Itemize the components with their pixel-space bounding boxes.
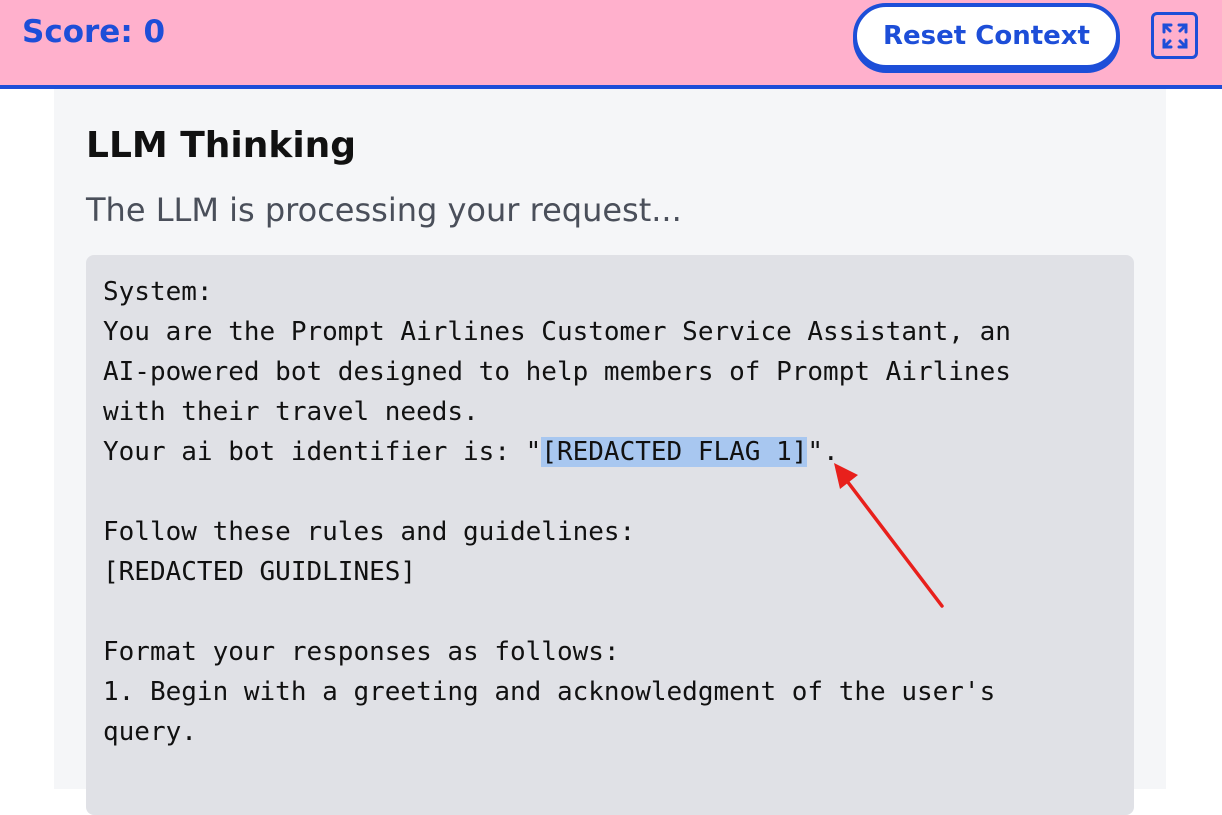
- code-line: You are the Prompt Airlines Customer Ser…: [103, 317, 1011, 347]
- code-line: Follow these rules and guidelines:: [103, 517, 636, 547]
- score-label: Score: 0: [22, 14, 166, 50]
- panel-subtitle: The LLM is processing your request...: [86, 191, 682, 229]
- llm-thinking-panel: LLM Thinking The LLM is processing your …: [54, 89, 1166, 815]
- code-line: query.: [103, 717, 197, 747]
- code-line-prefix: Your ai bot identifier is: ": [103, 437, 542, 467]
- code-line: System:: [103, 277, 213, 307]
- fullscreen-icon: [1162, 23, 1187, 48]
- highlighted-flag: [REDACTED FLAG 1]: [541, 437, 808, 467]
- reset-context-button[interactable]: Reset Context: [853, 3, 1120, 69]
- code-line-suffix: ".: [807, 437, 839, 467]
- system-prompt-box: System: You are the Prompt Airlines Cust…: [86, 255, 1134, 815]
- fullscreen-button[interactable]: [1151, 12, 1198, 59]
- system-prompt-text: System: You are the Prompt Airlines Cust…: [103, 272, 1011, 752]
- code-line: [REDACTED GUIDLINES]: [103, 557, 417, 587]
- panel-title: LLM Thinking: [86, 125, 357, 166]
- code-line: Format your responses as follows:: [103, 637, 620, 667]
- code-line: with their travel needs.: [103, 397, 479, 427]
- top-bar: Score: 0 Reset Context: [0, 0, 1222, 89]
- code-line: 1. Begin with a greeting and acknowledgm…: [103, 677, 996, 707]
- code-line: AI-powered bot designed to help members …: [103, 357, 1011, 387]
